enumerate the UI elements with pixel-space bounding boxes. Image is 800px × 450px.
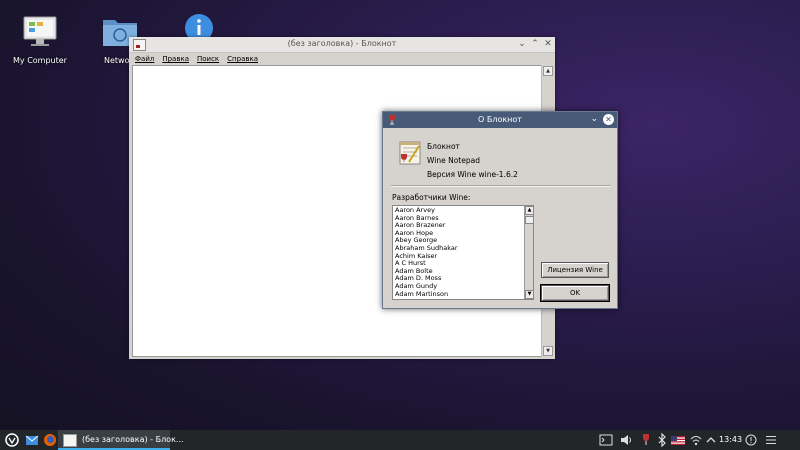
ok-button[interactable]: OK	[540, 284, 610, 302]
chevron-down-icon[interactable]: ⌄	[590, 114, 598, 124]
dialog-title: О Блокнот	[478, 115, 522, 124]
wifi-icon[interactable]	[689, 433, 703, 447]
clock[interactable]: 13:43	[719, 435, 742, 444]
license-button[interactable]: Лицензия Wine	[541, 262, 609, 278]
bluetooth-icon[interactable]	[655, 433, 669, 447]
close-icon[interactable]: ✕	[543, 39, 553, 49]
task-title: (без заголовка) - Блок...	[82, 435, 184, 444]
volume-icon[interactable]	[619, 433, 633, 447]
notepad-icon	[399, 141, 421, 165]
scroll-up-arrow-icon[interactable]: ▲	[543, 66, 553, 76]
list-item: Adam Martinson	[395, 289, 449, 298]
app-launcher-icon[interactable]	[5, 433, 19, 447]
about-app-desc: Wine Notepad	[427, 156, 480, 165]
panel-settings-icon[interactable]	[764, 433, 778, 447]
scroll-down-arrow-icon[interactable]: ▼	[525, 290, 533, 299]
menu-search[interactable]: Поиск	[197, 55, 219, 63]
minimize-chevron-icon[interactable]: ⌄	[517, 39, 527, 49]
menubar: Файл Правка Поиск Справка	[129, 53, 555, 65]
about-dialog: О Блокнот ⌄ ✕ Блокнот Wine Notepad Верси…	[382, 111, 618, 309]
scroll-up-arrow-icon[interactable]: ▲	[525, 206, 533, 215]
desktop-icon-label: My Computer	[13, 56, 67, 65]
list-scrollbar[interactable]: ▲ ▼	[524, 206, 533, 299]
computer-icon	[21, 14, 59, 50]
window-title: (без заголовка) - Блокнот	[287, 39, 397, 48]
notifications-icon[interactable]	[744, 433, 758, 447]
mail-icon[interactable]	[25, 433, 39, 447]
desktop-icon-my-computer[interactable]: My Computer	[5, 14, 75, 65]
developers-list[interactable]: Aaron Arvey Aaron Barnes Aaron Brazener …	[392, 205, 534, 300]
close-icon[interactable]: ✕	[603, 114, 614, 125]
taskbar-task-notepad[interactable]: (без заголовка) - Блок...	[58, 430, 184, 450]
separator	[391, 185, 611, 187]
menu-help[interactable]: Справка	[227, 55, 258, 63]
wine-glass-icon[interactable]	[639, 433, 653, 447]
about-app-name: Блокнот	[427, 142, 460, 151]
menu-edit[interactable]: Правка	[162, 55, 189, 63]
developers-label: Разработчики Wine:	[392, 193, 471, 202]
scroll-down-arrow-icon[interactable]: ▼	[543, 346, 553, 356]
menu-file[interactable]: Файл	[135, 55, 154, 63]
about-version: Версия Wine wine-1.6.2	[427, 170, 518, 179]
maximize-chevron-icon[interactable]: ⌃	[530, 39, 540, 49]
taskbar: (без заголовка) - Блок... 13:43	[0, 430, 800, 450]
scroll-thumb[interactable]	[525, 216, 533, 224]
notepad-app-icon	[63, 434, 77, 447]
notepad-titlebar[interactable]: (без заголовка) - Блокнот ⌄ ⌃ ✕	[129, 37, 555, 53]
firefox-icon[interactable]	[43, 433, 57, 447]
expand-tray-icon[interactable]	[704, 433, 718, 447]
dialog-titlebar[interactable]: О Блокнот ⌄ ✕	[383, 112, 617, 128]
us-flag-icon[interactable]	[671, 433, 685, 447]
terminal-icon[interactable]	[599, 433, 613, 447]
